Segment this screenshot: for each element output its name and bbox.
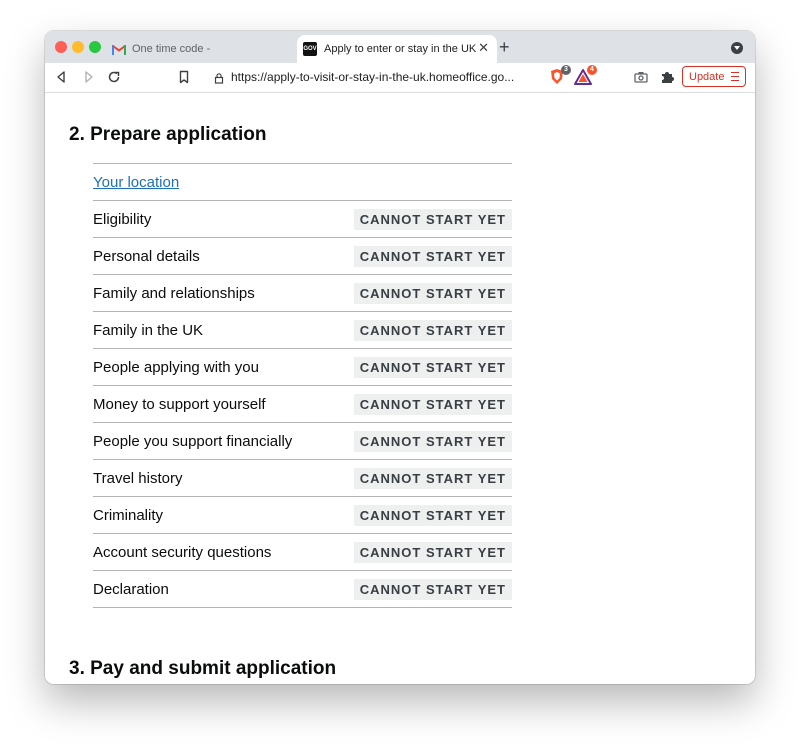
close-tab-icon[interactable]: ✕ — [478, 41, 489, 55]
task-row: Eligibility CANNOT START YET — [93, 201, 512, 238]
task-name: People you support financially — [93, 432, 293, 450]
back-icon[interactable] — [54, 69, 70, 85]
task-row: Account security questions CANNOT START … — [93, 534, 512, 571]
tab-one-time-code[interactable]: One time code - — [108, 35, 297, 63]
task-row: People applying with you CANNOT START YE… — [93, 349, 512, 386]
maximize-window-button[interactable] — [89, 41, 101, 53]
gov-uk-favicon-icon: GOV — [303, 42, 317, 56]
task-row: Personal details CANNOT START YET — [93, 238, 512, 275]
brave-rewards-icon[interactable]: 4 — [574, 65, 597, 86]
status-tag: CANNOT START YET — [353, 320, 512, 341]
task-row: Family and relationships CANNOT START YE… — [93, 275, 512, 312]
tab-search-icon[interactable] — [731, 42, 743, 54]
task-list: Your location Eligibility CANNOT START Y… — [93, 163, 512, 608]
url-text: https://apply-to-visit-or-stay-in-the-uk… — [231, 70, 515, 84]
status-tag: CANNOT START YET — [353, 431, 512, 452]
status-tag: CANNOT START YET — [353, 542, 512, 563]
page-content: 2. Prepare application Your location Eli… — [45, 93, 755, 684]
task-name: Travel history — [93, 469, 183, 487]
task-row: People you support financially CANNOT ST… — [93, 423, 512, 460]
tab-apply-uk[interactable]: GOV Apply to enter or stay in the UK ✕ — [297, 35, 497, 63]
status-tag: CANNOT START YET — [353, 209, 512, 230]
task-row: Money to support yourself CANNOT START Y… — [93, 386, 512, 423]
forward-icon[interactable] — [80, 69, 96, 85]
status-tag: CANNOT START YET — [353, 579, 512, 600]
browser-window: One time code - GOV Apply to enter or st… — [45, 31, 755, 684]
tab-title: Apply to enter or stay in the UK — [324, 43, 477, 55]
section-3-heading: 3. Pay and submit application — [69, 658, 337, 679]
status-tag: CANNOT START YET — [353, 394, 512, 415]
task-name: People applying with you — [93, 358, 259, 376]
task-name: Money to support yourself — [93, 395, 266, 413]
lock-icon[interactable] — [213, 71, 225, 84]
menu-icon — [731, 72, 739, 84]
tab-title: One time code - — [132, 43, 211, 55]
update-label: Update — [689, 71, 725, 83]
brave-shields-icon[interactable]: 3 — [548, 65, 571, 86]
gmail-icon — [112, 44, 126, 55]
update-button[interactable]: Update — [682, 66, 746, 87]
task-name: Criminality — [93, 506, 164, 524]
tab-strip: One time code - GOV Apply to enter or st… — [45, 31, 755, 63]
task-name: Declaration — [93, 580, 169, 598]
task-row: Travel history CANNOT START YET — [93, 460, 512, 497]
task-name: Account security questions — [93, 543, 272, 561]
task-row: Family in the UK CANNOT START YET — [93, 312, 512, 349]
minimize-window-button[interactable] — [72, 41, 84, 53]
task-row: Criminality CANNOT START YET — [93, 497, 512, 534]
status-tag: CANNOT START YET — [353, 357, 512, 378]
section-2-heading: 2. Prepare application — [69, 124, 267, 145]
status-tag: CANNOT START YET — [353, 468, 512, 489]
bookmark-icon[interactable] — [176, 69, 192, 85]
shields-count-badge: 3 — [561, 65, 571, 75]
task-row-your-location: Your location — [93, 164, 512, 201]
your-location-link[interactable]: Your location — [93, 174, 179, 191]
task-name: Personal details — [93, 247, 200, 265]
close-window-button[interactable] — [55, 41, 67, 53]
status-tag: CANNOT START YET — [353, 246, 512, 267]
screenshot-camera-icon[interactable] — [633, 69, 649, 85]
status-tag: CANNOT START YET — [353, 283, 512, 304]
rewards-count-badge: 4 — [587, 65, 597, 75]
extensions-puzzle-icon[interactable] — [659, 69, 675, 85]
new-tab-icon[interactable]: + — [499, 37, 510, 57]
reload-icon[interactable] — [106, 69, 122, 85]
browser-toolbar: https://apply-to-visit-or-stay-in-the-uk… — [45, 63, 755, 93]
task-name: Family and relationships — [93, 284, 255, 302]
task-name: Eligibility — [93, 210, 152, 228]
status-tag: CANNOT START YET — [353, 505, 512, 526]
address-bar[interactable]: https://apply-to-visit-or-stay-in-the-uk… — [203, 66, 534, 88]
task-row: Declaration CANNOT START YET — [93, 571, 512, 608]
task-name: Family in the UK — [93, 321, 204, 339]
